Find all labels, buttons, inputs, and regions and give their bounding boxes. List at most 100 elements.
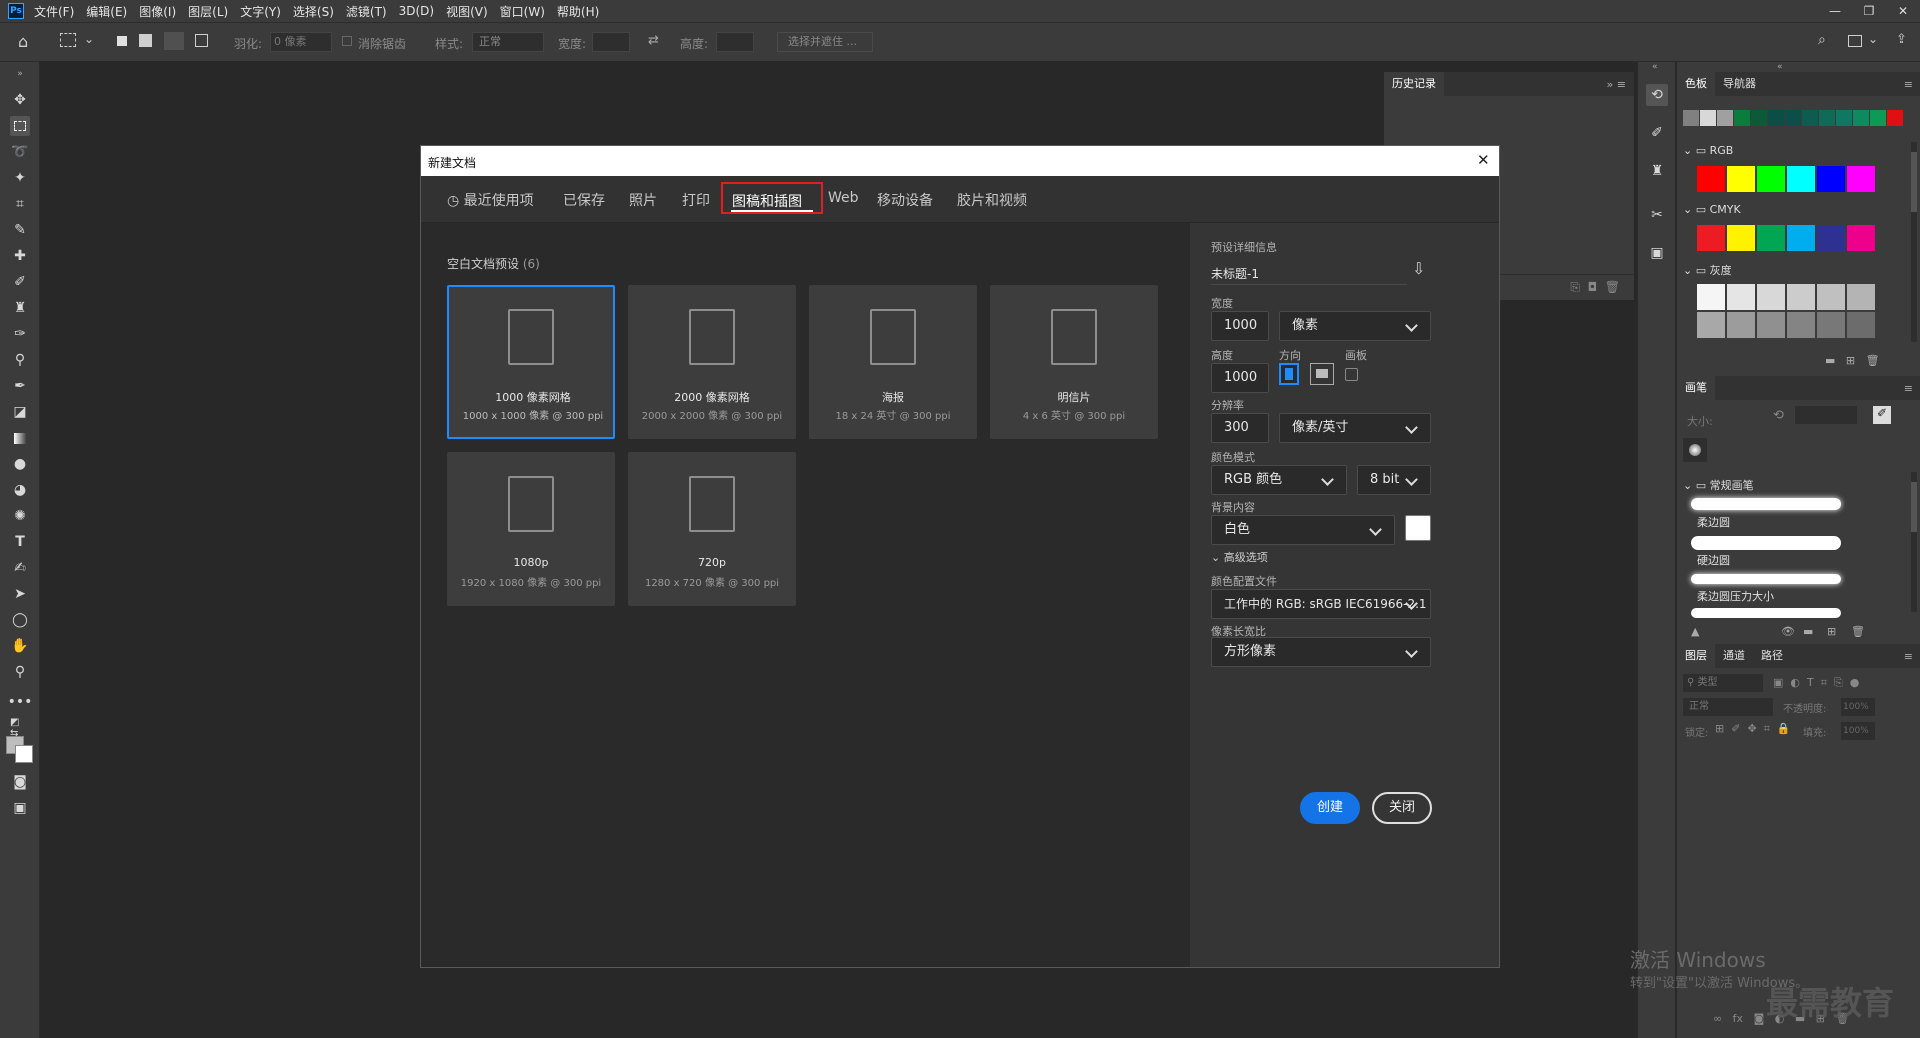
home-icon[interactable]: ⌂ (18, 32, 28, 51)
tab-photo[interactable]: 照片 (629, 190, 657, 210)
preset-card[interactable]: 720p 1280 x 720 像素 @ 300 ppi (628, 452, 796, 606)
mask-icon[interactable]: ◙ (1754, 1012, 1765, 1025)
color-swatch[interactable] (1683, 110, 1699, 126)
color-swatch[interactable] (1757, 166, 1785, 192)
collapse-dock-icon[interactable]: « (1652, 62, 1658, 72)
tools-preset-icon[interactable]: ✂ (1646, 204, 1668, 226)
color-swatch[interactable] (1787, 284, 1815, 310)
color-mode-select[interactable]: RGB 颜色 (1211, 465, 1347, 495)
properties-panel-icon[interactable]: ▣ (1646, 242, 1668, 264)
swatch-folder-cmyk[interactable]: ⌄ ▭ CMYK (1683, 203, 1741, 216)
color-swatch[interactable] (1757, 225, 1785, 251)
zoom-tool-icon[interactable]: ⚲ (10, 662, 30, 682)
collapse-toolbar-icon[interactable]: » (10, 64, 30, 84)
tab-saved[interactable]: 已保存 (563, 190, 605, 210)
preset-card[interactable]: 1000 像素网格 1000 x 1000 像素 @ 300 ppi (447, 285, 615, 439)
color-swatch[interactable] (1768, 110, 1784, 126)
dialog-close-button[interactable]: ✕ (1477, 151, 1490, 169)
panel-menu-icon[interactable]: ≡ (1904, 78, 1913, 91)
workspace-icon[interactable] (1848, 35, 1862, 47)
subtract-selection-icon[interactable] (164, 32, 184, 50)
color-swatch[interactable] (1787, 225, 1815, 251)
bit-depth-select[interactable]: 8 bit (1357, 465, 1431, 495)
panel-menu-icon[interactable]: ≡ (1904, 382, 1913, 395)
color-swatch[interactable] (1697, 166, 1725, 192)
healing-brush-tool-icon[interactable]: ✚ (10, 246, 30, 266)
menu-3d[interactable]: 3D(D) (399, 4, 434, 18)
tab-web[interactable]: Web (828, 190, 859, 206)
menu-file[interactable]: 文件(F) (34, 3, 74, 20)
folder-icon[interactable]: ▬ (1825, 354, 1835, 367)
color-swatch[interactable] (1887, 110, 1903, 126)
color-swatch[interactable] (1717, 110, 1733, 126)
brush-item[interactable]: 柔边圆压力大小 (1691, 570, 1847, 606)
eraser-tool-icon[interactable]: ◪ (10, 402, 30, 422)
color-swatch[interactable] (1817, 284, 1845, 310)
width-unit-select[interactable]: 像素 (1279, 311, 1431, 341)
smart-filter-icon[interactable]: ⎘ (1834, 676, 1843, 689)
color-swatch[interactable] (1757, 284, 1785, 310)
filter-toggle-icon[interactable]: ● (1850, 676, 1860, 689)
color-swatch[interactable] (1847, 166, 1875, 192)
color-swatch[interactable] (1751, 110, 1767, 126)
color-swatch[interactable] (1697, 312, 1725, 338)
dodge-tool-icon[interactable]: ◕ (10, 480, 30, 500)
tab-print[interactable]: 打印 (682, 190, 710, 210)
color-swatch[interactable] (1787, 166, 1815, 192)
blend-mode-select[interactable]: 正常 (1683, 698, 1773, 716)
color-swatch[interactable] (1787, 312, 1815, 338)
menu-image[interactable]: 图像(I) (139, 3, 176, 20)
lock-transparent-icon[interactable]: ⊞ (1715, 722, 1724, 735)
color-swatch[interactable] (1836, 110, 1852, 126)
gradient-tool-icon[interactable] (10, 428, 30, 448)
clone-source-icon[interactable]: ♜ (1646, 160, 1668, 182)
quick-mask-icon[interactable]: ◙ (10, 772, 30, 792)
brush-item[interactable]: 硬边圆 (1691, 532, 1847, 568)
resolution-input[interactable]: 300 (1211, 413, 1269, 443)
share-icon[interactable]: ⇪ (1896, 32, 1907, 47)
tab-mobile[interactable]: 移动设备 (877, 190, 933, 210)
minimize-button[interactable]: — (1818, 4, 1852, 18)
lasso-tool-icon[interactable]: ➰ (10, 142, 30, 162)
artboard-checkbox[interactable] (1345, 368, 1358, 381)
rectangular-marquee-tool-icon[interactable] (10, 116, 30, 136)
link-layers-icon[interactable]: ∞ (1713, 1012, 1722, 1025)
type-filter-icon[interactable]: T (1807, 676, 1814, 689)
pixel-aspect-select[interactable]: 方形像素 (1211, 637, 1431, 667)
tab-film-video[interactable]: 胶片和视频 (957, 190, 1027, 210)
color-profile-select[interactable]: 工作中的 RGB: sRGB IEC61966-2.1 (1211, 589, 1431, 619)
hand-tool-icon[interactable]: ✋ (10, 636, 30, 656)
ellipse-tool-icon[interactable]: ◯ (10, 610, 30, 630)
brush-folder-general[interactable]: ⌄ ▭ 常规画笔 (1683, 477, 1754, 493)
resolution-unit-select[interactable]: 像素/英寸 (1279, 413, 1431, 443)
eye-icon[interactable]: 👁 (1781, 625, 1795, 638)
magic-wand-tool-icon[interactable]: ✦ (10, 168, 30, 188)
select-and-mask-button[interactable]: 选择并遮住 ... (777, 32, 873, 52)
tab-swatches[interactable]: 色板 (1677, 72, 1715, 96)
panel-menu-icon[interactable]: » ≡ (1607, 78, 1626, 91)
screen-mode-icon[interactable]: ▣ (10, 798, 30, 818)
color-swatch[interactable] (1817, 166, 1845, 192)
color-swatch[interactable] (1727, 166, 1755, 192)
panel-menu-icon[interactable]: ≡ (1904, 650, 1913, 663)
color-swatch[interactable] (1802, 110, 1818, 126)
feather-input[interactable]: 0 像素 (270, 32, 332, 52)
color-swatch[interactable] (1847, 312, 1875, 338)
marquee-tool-icon[interactable] (60, 33, 76, 47)
landscape-orientation-button[interactable] (1310, 363, 1334, 385)
brush-settings-icon[interactable]: ✐ (1646, 122, 1668, 144)
default-colors-icon[interactable]: ◩ ⇆ (10, 717, 30, 739)
stamp-tool-icon[interactable]: ⚲ (10, 350, 30, 370)
height-input[interactable] (716, 32, 754, 52)
new-snapshot-icon[interactable]: ⎘ (1570, 280, 1580, 294)
pen-tool-icon[interactable]: ✍ (10, 558, 30, 578)
art-brush-tool-icon[interactable]: ✒ (10, 376, 30, 396)
tab-history[interactable]: 历史记录 (1384, 72, 1444, 96)
menu-select[interactable]: 选择(S) (293, 3, 334, 20)
pixel-filter-icon[interactable]: ▣ (1773, 676, 1783, 689)
swap-icon[interactable]: ⇄ (648, 33, 659, 48)
color-swatch[interactable] (1847, 284, 1875, 310)
opacity-input[interactable]: 100% (1841, 698, 1875, 716)
tab-brushes[interactable]: 画笔 (1677, 376, 1715, 400)
width-input[interactable]: 1000 (1211, 311, 1269, 341)
